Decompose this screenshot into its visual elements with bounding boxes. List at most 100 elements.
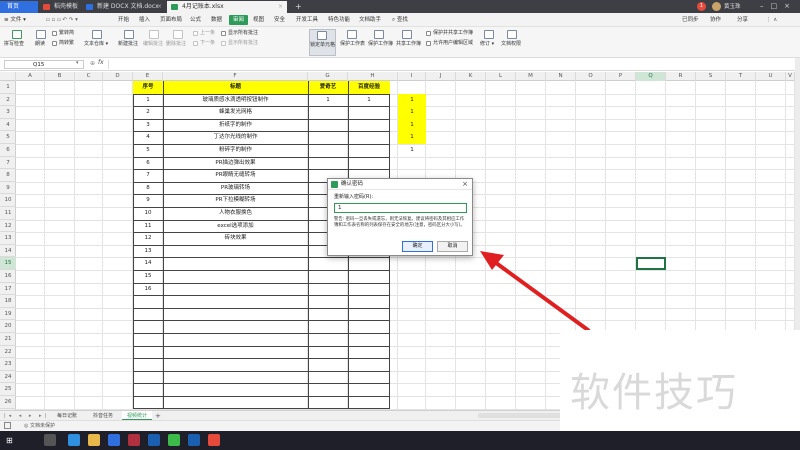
menu-formula[interactable]: 公式 bbox=[190, 15, 201, 25]
column-header[interactable]: M bbox=[516, 72, 546, 81]
edge-icon[interactable] bbox=[68, 434, 80, 446]
column-header[interactable]: S bbox=[696, 72, 726, 81]
edit-comment-button[interactable]: 编辑批注 bbox=[143, 41, 163, 48]
column-i-cell[interactable]: 1 bbox=[398, 106, 426, 119]
read-aloud-button[interactable]: 朗读 bbox=[35, 41, 45, 48]
file-menu[interactable]: ≡ 文件 ▾ bbox=[4, 15, 26, 25]
track-changes-icon[interactable] bbox=[484, 30, 494, 39]
column-header[interactable]: A bbox=[16, 72, 45, 81]
delete-comment-button[interactable]: 删除批注 bbox=[166, 41, 186, 48]
menu-review[interactable]: 审阅 bbox=[229, 15, 249, 25]
show-all-comments-button[interactable]: 显示所有批注 bbox=[228, 30, 258, 37]
column-header[interactable]: K bbox=[456, 72, 486, 81]
wechat-icon[interactable] bbox=[168, 434, 180, 446]
table-cell[interactable] bbox=[163, 283, 308, 296]
row-header[interactable]: 20 bbox=[0, 320, 16, 333]
column-i-cell[interactable]: 1 bbox=[398, 131, 426, 144]
table-cell[interactable] bbox=[163, 245, 308, 258]
table-cell[interactable]: 蜂巢发光网格 bbox=[163, 106, 308, 119]
column-i-cell[interactable]: 1 bbox=[398, 93, 426, 107]
close-icon[interactable]: × bbox=[462, 179, 468, 190]
table-cell[interactable]: 15 bbox=[133, 270, 163, 283]
table-cell[interactable] bbox=[348, 106, 390, 119]
collab-button[interactable]: 协作 bbox=[710, 15, 721, 25]
table-cell[interactable] bbox=[348, 270, 390, 283]
table-cell[interactable]: 人物衣服换色 bbox=[163, 207, 308, 220]
more-icon[interactable]: ⋮ ∧ bbox=[766, 15, 777, 25]
row-header[interactable]: 17 bbox=[0, 283, 16, 296]
table-cell[interactable] bbox=[308, 119, 348, 132]
row-header[interactable]: 1 bbox=[0, 81, 16, 94]
allow-edit-ranges-button[interactable]: 允许用户编辑区域 bbox=[433, 40, 473, 47]
menu-features[interactable]: 特色功能 bbox=[328, 15, 350, 25]
table-cell[interactable]: 2 bbox=[133, 106, 163, 119]
text-repo-button[interactable]: 文本仓库 ▾ bbox=[84, 41, 108, 48]
column-header[interactable]: F bbox=[163, 72, 308, 81]
table-cell[interactable]: 11 bbox=[133, 220, 163, 233]
table-cell[interactable] bbox=[163, 257, 308, 270]
row-header[interactable]: 19 bbox=[0, 308, 16, 321]
table-cell[interactable]: 12 bbox=[133, 232, 163, 245]
row-header[interactable]: 3 bbox=[0, 106, 16, 119]
row-header[interactable]: 5 bbox=[0, 131, 16, 144]
window-controls[interactable]: –□× bbox=[760, 0, 797, 13]
row-header[interactable]: 18 bbox=[0, 295, 16, 308]
column-header[interactable]: L bbox=[486, 72, 516, 81]
table-cell[interactable]: PR描边弹出效果 bbox=[163, 157, 308, 170]
fx-icon[interactable]: fx bbox=[98, 59, 104, 66]
table-cell[interactable]: 8 bbox=[133, 182, 163, 195]
share-button[interactable]: 分享 bbox=[737, 15, 748, 25]
spellcheck-button[interactable]: 拼写检查 bbox=[4, 41, 24, 48]
table-cell[interactable] bbox=[348, 283, 390, 296]
protect-workbook-button[interactable]: 保护工作簿 bbox=[368, 41, 393, 48]
row-header[interactable]: 16 bbox=[0, 270, 16, 283]
column-i-cell[interactable]: 1 bbox=[398, 144, 426, 157]
menu-page-layout[interactable]: 页面布局 bbox=[160, 15, 182, 25]
lock-cell-button[interactable]: 锁定单元格 bbox=[310, 42, 335, 49]
row-header[interactable]: 13 bbox=[0, 232, 16, 245]
table-cell[interactable] bbox=[308, 157, 348, 170]
simp-to-trad-button[interactable]: 简转繁 bbox=[59, 40, 74, 47]
name-box[interactable]: Q15 bbox=[4, 60, 84, 69]
windows-start-icon[interactable]: ⊞ bbox=[6, 436, 15, 445]
new-comment-button[interactable]: 新建批注 bbox=[118, 41, 138, 48]
row-header[interactable]: 12 bbox=[0, 220, 16, 233]
doc-permission-icon[interactable] bbox=[507, 30, 517, 39]
table-cell[interactable]: 9 bbox=[133, 194, 163, 207]
row-header[interactable]: 24 bbox=[0, 371, 16, 384]
app-icon-2[interactable] bbox=[128, 434, 140, 446]
chevron-down-icon[interactable]: ▾ bbox=[76, 60, 79, 66]
table-cell[interactable] bbox=[348, 119, 390, 132]
next-comment-button[interactable]: 下一条 bbox=[200, 40, 215, 47]
row-header[interactable]: 26 bbox=[0, 396, 16, 409]
row-header[interactable]: 8 bbox=[0, 169, 16, 182]
row-header[interactable]: 2 bbox=[0, 94, 16, 107]
table-cell[interactable] bbox=[308, 131, 348, 144]
macro-icon[interactable] bbox=[4, 422, 11, 429]
table-cell[interactable]: 6 bbox=[133, 157, 163, 170]
row-header[interactable]: 6 bbox=[0, 144, 16, 157]
share-workbook-icon[interactable] bbox=[402, 30, 412, 39]
table-cell[interactable]: 粉碎字的制作 bbox=[163, 144, 308, 157]
menu-security[interactable]: 安全 bbox=[274, 15, 285, 25]
table-header-cell[interactable]: 百度经验 bbox=[348, 81, 390, 94]
column-header[interactable]: I bbox=[398, 72, 426, 81]
folder-icon[interactable] bbox=[88, 434, 100, 446]
table-cell[interactable]: 玻璃质感水滴透明按钮制作 bbox=[163, 94, 308, 107]
close-tab-icon[interactable]: × bbox=[278, 1, 283, 13]
lock-icon[interactable] bbox=[317, 31, 327, 40]
column-header[interactable]: U bbox=[756, 72, 786, 81]
row-header[interactable]: 22 bbox=[0, 346, 16, 359]
row-header[interactable]: 25 bbox=[0, 383, 16, 396]
close-tab-icon[interactable]: × bbox=[157, 1, 162, 13]
formula-input[interactable] bbox=[108, 60, 795, 69]
menu-start[interactable]: 开始 bbox=[118, 15, 129, 25]
tab-docx[interactable]: 新建 DOCX 文档.docx × bbox=[82, 1, 166, 13]
wps-taskbar-icon[interactable] bbox=[208, 434, 220, 446]
table-cell[interactable]: 3 bbox=[133, 119, 163, 132]
spellcheck-icon[interactable] bbox=[12, 30, 22, 39]
add-tab-button[interactable]: + bbox=[292, 1, 304, 13]
column-header[interactable]: G bbox=[308, 72, 348, 81]
table-header-cell[interactable]: 标题 bbox=[163, 81, 308, 94]
column-header[interactable]: B bbox=[45, 72, 75, 81]
